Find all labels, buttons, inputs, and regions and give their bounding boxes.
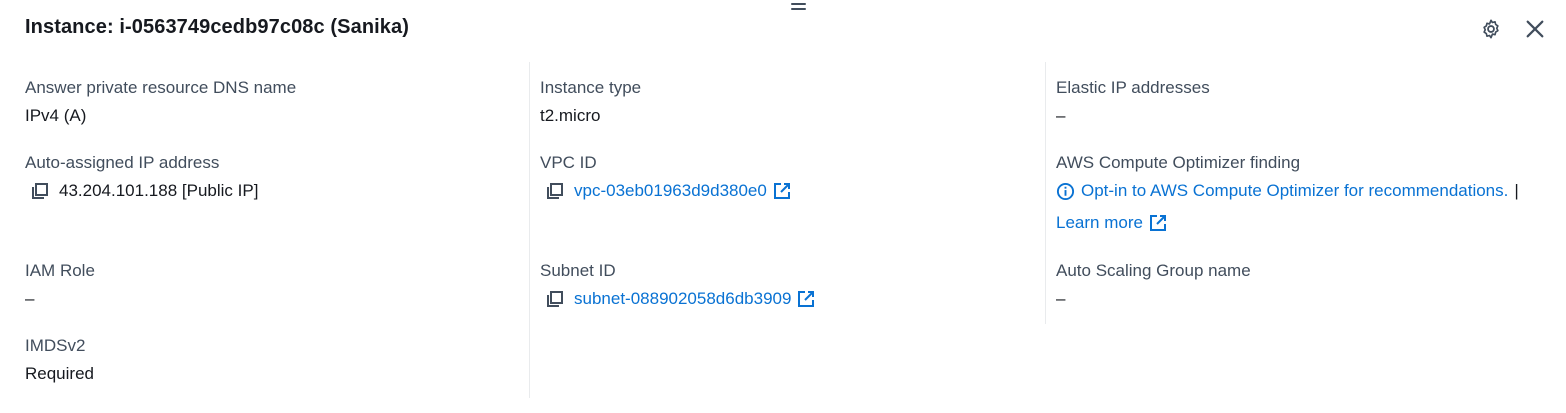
copy-icon[interactable] (546, 290, 564, 308)
ip-address-value: 43.204.101.188 [Public IP] (59, 181, 259, 200)
subnet-id-link[interactable]: subnet-088902058d6db3909 (574, 288, 791, 310)
field-value: t2.micro (540, 106, 601, 125)
learn-more-link[interactable]: Learn more (1056, 212, 1143, 234)
field-value: – (1056, 106, 1066, 125)
field-label: Instance type (540, 78, 642, 97)
close-icon[interactable] (1524, 18, 1546, 40)
gear-icon[interactable] (1480, 18, 1502, 40)
field-compute-optimizer: AWS Compute Optimizer finding Opt-in to … (1056, 152, 1519, 234)
field-label: Elastic IP addresses (1056, 78, 1210, 97)
field-label: Subnet ID (540, 261, 616, 280)
external-link-icon[interactable] (773, 182, 791, 200)
field-label: IMDSv2 (25, 336, 86, 355)
field-label: AWS Compute Optimizer finding (1056, 153, 1301, 172)
field-value: IPv4 (A) (25, 106, 87, 125)
field-label: Answer private resource DNS name (25, 78, 297, 97)
field-elastic-ip: Elastic IP addresses – (1056, 77, 1210, 127)
field-instance-type: Instance type t2.micro (540, 77, 641, 127)
external-link-icon[interactable] (1149, 214, 1167, 232)
field-value: Required (25, 364, 94, 383)
field-label: Auto-assigned IP address (25, 153, 220, 172)
info-icon (1056, 182, 1075, 200)
field-iam-role: IAM Role – (25, 260, 95, 310)
field-auto-ip: Auto-assigned IP address 43.204.101.188 … (25, 152, 258, 202)
field-auto-scaling-group: Auto Scaling Group name – (1056, 260, 1251, 310)
column-divider (1045, 62, 1046, 324)
column-divider (529, 62, 530, 398)
panel-drag-handle-icon[interactable] (791, 3, 806, 11)
field-vpc-id: VPC ID vpc-03eb01963d9d380e0 (540, 152, 791, 202)
field-label: Auto Scaling Group name (1056, 261, 1251, 280)
copy-icon[interactable] (31, 182, 49, 200)
panel-title: Instance: i-0563749cedb97c08c (Sanika) (25, 16, 410, 38)
copy-icon[interactable] (546, 182, 564, 200)
external-link-icon[interactable] (797, 290, 815, 308)
field-value: – (1056, 289, 1066, 308)
field-value: – (25, 289, 35, 308)
field-subnet-id: Subnet ID subnet-088902058d6db3909 (540, 260, 815, 310)
field-label: VPC ID (540, 153, 597, 172)
link-separator: | (1514, 181, 1519, 200)
field-dns-name: Answer private resource DNS name IPv4 (A… (25, 77, 296, 127)
field-imdsv2: IMDSv2 Required (25, 335, 94, 385)
field-label: IAM Role (25, 261, 95, 280)
optimizer-opt-in-link[interactable]: Opt-in to AWS Compute Optimizer for reco… (1081, 180, 1508, 202)
vpc-id-link[interactable]: vpc-03eb01963d9d380e0 (574, 180, 767, 202)
